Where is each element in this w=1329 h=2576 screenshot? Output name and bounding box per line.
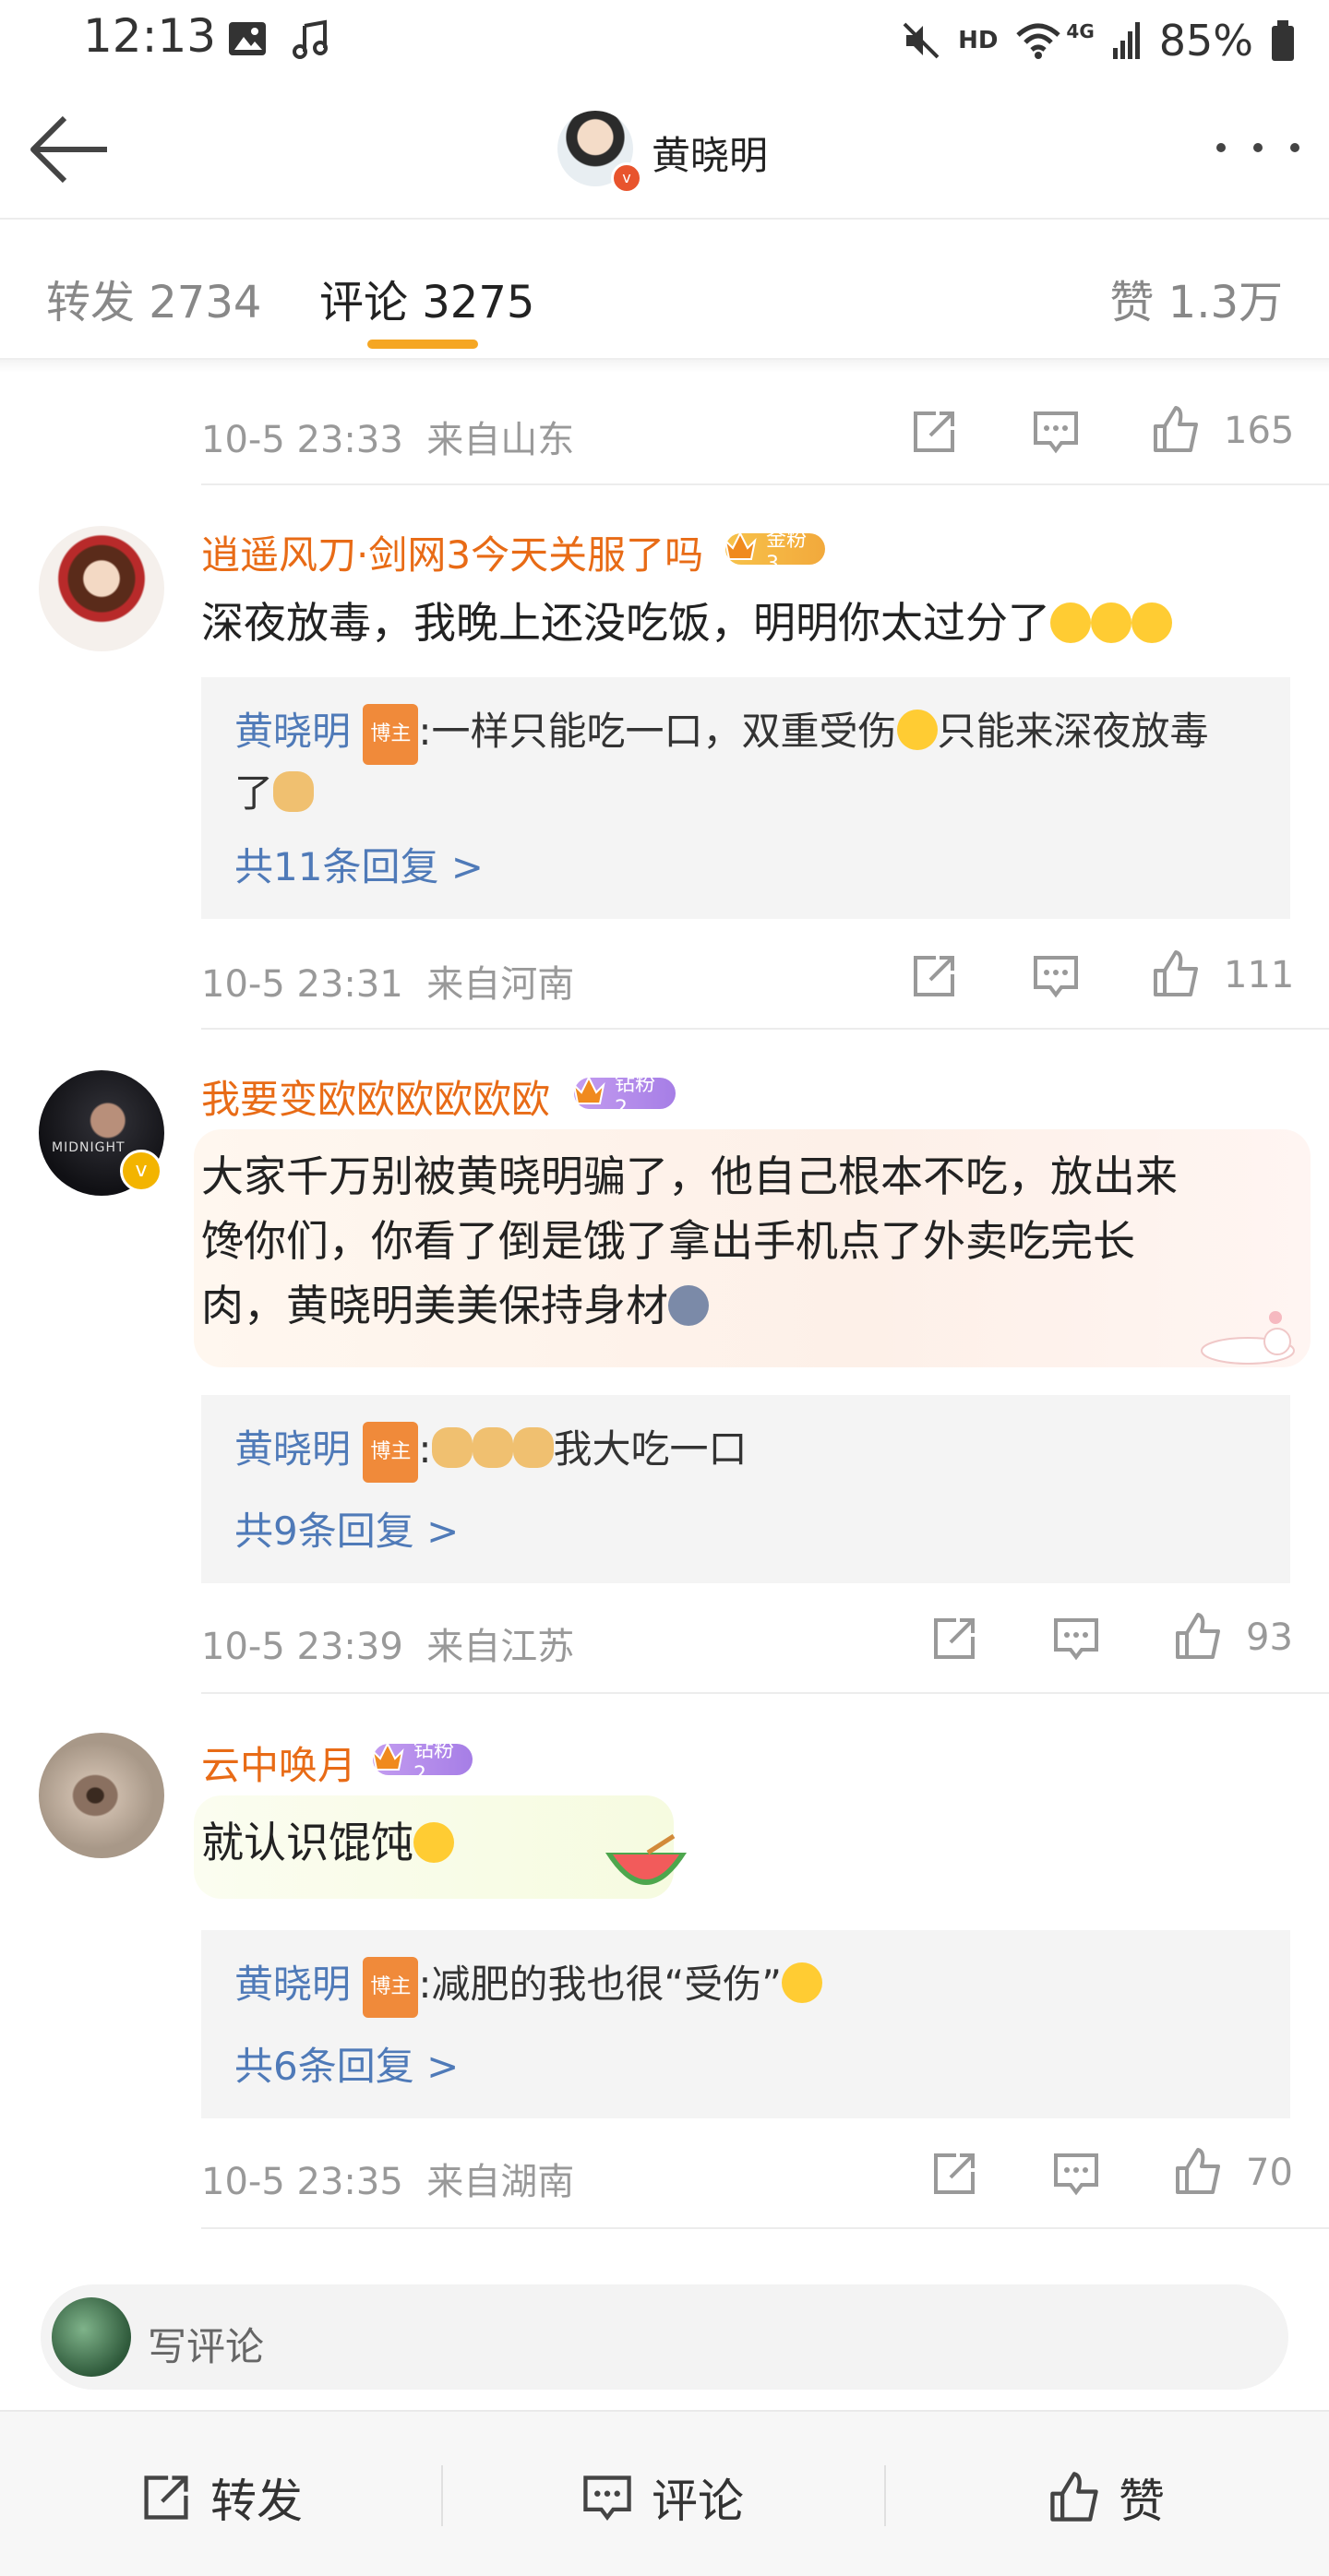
reply-text: 黄晓明 博主:减肥的我也很“受伤” <box>234 1956 1259 2018</box>
comment-time: 10-5 23:31 来自河南 <box>201 963 575 1006</box>
reply-username[interactable]: 黄晓明 <box>234 1426 351 1472</box>
cat-emoji-icon <box>431 1427 473 1468</box>
avatar[interactable] <box>39 1733 164 1858</box>
crying-emoji-icon <box>896 710 938 750</box>
battery-percent: 85% <box>1158 16 1253 66</box>
cat-emoji-icon <box>512 1427 554 1468</box>
comment-icon[interactable] <box>1030 406 1082 458</box>
like-icon[interactable] <box>1150 404 1202 456</box>
repost-button[interactable]: 转发 <box>138 2465 303 2530</box>
host-tag: 博主 <box>363 703 419 765</box>
share-icon[interactable] <box>928 2148 980 2200</box>
status-right: HD 4G 85% <box>901 11 1296 70</box>
like-count: 70 <box>1246 2152 1293 2194</box>
host-tag: 博主 <box>363 1421 419 1483</box>
repost-label: 转发 <box>210 2475 303 2528</box>
separator <box>441 2465 443 2526</box>
comment-time: 10-5 23:33 来自山东 <box>201 419 575 461</box>
comment-icon[interactable] <box>1030 950 1082 1002</box>
laughing-emoji-icon <box>413 1822 454 1863</box>
gallery-icon <box>229 22 266 55</box>
like-icon[interactable] <box>1172 2146 1224 2198</box>
like-count: 165 <box>1224 410 1295 452</box>
reply-text: 黄晓明 博主: 我大吃一口 <box>234 1421 1259 1483</box>
tab-active-indicator <box>367 340 478 349</box>
share-icon <box>144 2475 188 2520</box>
comment-text: 就认识馄饨 <box>201 1810 454 1875</box>
like-icon[interactable] <box>1150 948 1202 1000</box>
back-arrow-icon[interactable] <box>28 113 113 186</box>
share-icon[interactable] <box>908 406 960 458</box>
signal-label: 4G <box>1066 20 1095 42</box>
comment-icon <box>583 2475 631 2521</box>
watermelon-decoration-icon <box>605 1834 687 1885</box>
reply-text: 黄晓明 博主:一样只能吃一口，双重受伤 只能来深夜放毒 了 <box>234 703 1259 822</box>
sad-emoji-icon <box>1050 602 1091 643</box>
crown-icon <box>371 1741 404 1771</box>
verified-badge-icon: v <box>120 1150 162 1192</box>
my-avatar <box>52 2297 131 2377</box>
divider <box>201 1028 1329 1030</box>
more-replies-link[interactable]: 共6条回复 > <box>234 2035 459 2092</box>
husky-emoji-icon <box>668 1285 709 1326</box>
battery-icon <box>1272 20 1294 61</box>
fan-badge[interactable]: 钻粉2 <box>371 1739 473 1786</box>
status-time: 12:13 <box>83 9 217 63</box>
avatar-text: MIDNIGHT <box>52 1140 126 1155</box>
comment-username[interactable]: 我要变欧欧欧欧欧欧 <box>201 1068 550 1125</box>
write-comment-placeholder[interactable]: 写评论 <box>148 2316 264 2372</box>
share-icon[interactable] <box>928 1613 980 1664</box>
comment-icon[interactable] <box>1050 2148 1102 2200</box>
fan-badge[interactable]: 钻粉2 <box>572 1073 676 1120</box>
comment-username[interactable]: 云中唤月 <box>201 1735 356 1791</box>
divider <box>201 2227 1329 2229</box>
laughing-emoji-icon <box>782 1962 823 2003</box>
mute-icon <box>903 22 940 59</box>
tab-comment[interactable]: 评论 3275 <box>319 266 534 330</box>
comment-text: 深夜放毒，我晚上还没吃饭，明明你太过分了 <box>201 590 1281 655</box>
avatar[interactable] <box>39 526 164 651</box>
comment-time: 10-5 23:35 来自湖南 <box>201 2161 575 2203</box>
wifi-icon <box>1016 23 1061 59</box>
network-label: HD <box>958 27 999 54</box>
comment-button[interactable]: 评论 <box>580 2465 744 2530</box>
like-icon[interactable] <box>1172 1611 1224 1663</box>
status-bar: 12:13 HD 4G 85% <box>0 0 1329 83</box>
more-replies-link[interactable]: 共9条回复 > <box>234 1500 459 1556</box>
crown-icon <box>572 1075 605 1104</box>
like-label: 赞 <box>1119 2475 1165 2528</box>
reply-username[interactable]: 黄晓明 <box>234 1962 351 2007</box>
more-icon[interactable] <box>1216 129 1299 166</box>
signal-icon <box>1112 22 1140 59</box>
like-button[interactable]: 赞 <box>1047 2465 1165 2530</box>
divider <box>201 483 1329 485</box>
comment-icon[interactable] <box>1050 1613 1102 1664</box>
like-count: 93 <box>1246 1616 1293 1659</box>
cat-emoji-icon <box>472 1427 513 1468</box>
tab-like[interactable]: 赞 1.3万 <box>1109 266 1283 330</box>
divider <box>201 1692 1329 1694</box>
fan-badge[interactable]: 金粉3 <box>724 529 825 576</box>
reply-username[interactable]: 黄晓明 <box>234 709 351 754</box>
comment-label: 评论 <box>652 2475 744 2528</box>
sad-emoji-icon <box>1131 602 1172 643</box>
separator <box>884 2465 886 2526</box>
page-title[interactable]: 黄晓明 <box>652 125 768 181</box>
verified-badge-icon: v <box>611 162 642 194</box>
like-icon <box>1050 2472 1098 2522</box>
comment-text: 大家千万别被黄晓明骗了，他自己根本不吃，放出来 馋你们，你看了倒是饿了拿出手机点… <box>201 1151 1178 1330</box>
share-icon[interactable] <box>908 950 960 1002</box>
tab-shadow <box>0 360 1329 373</box>
music-icon <box>293 19 328 59</box>
tab-repost[interactable]: 转发 2734 <box>46 266 261 330</box>
cat-emoji-icon <box>273 770 315 812</box>
crown-icon <box>724 531 757 560</box>
host-tag: 博主 <box>363 1956 419 2018</box>
more-replies-link[interactable]: 共11条回复 > <box>234 836 484 892</box>
like-count: 111 <box>1224 954 1295 996</box>
comment-time: 10-5 23:39 来自江苏 <box>201 1626 575 1668</box>
sad-emoji-icon <box>1091 602 1131 643</box>
comment-username[interactable]: 逍遥风刀·剑网3今天关服了吗 <box>201 524 703 580</box>
